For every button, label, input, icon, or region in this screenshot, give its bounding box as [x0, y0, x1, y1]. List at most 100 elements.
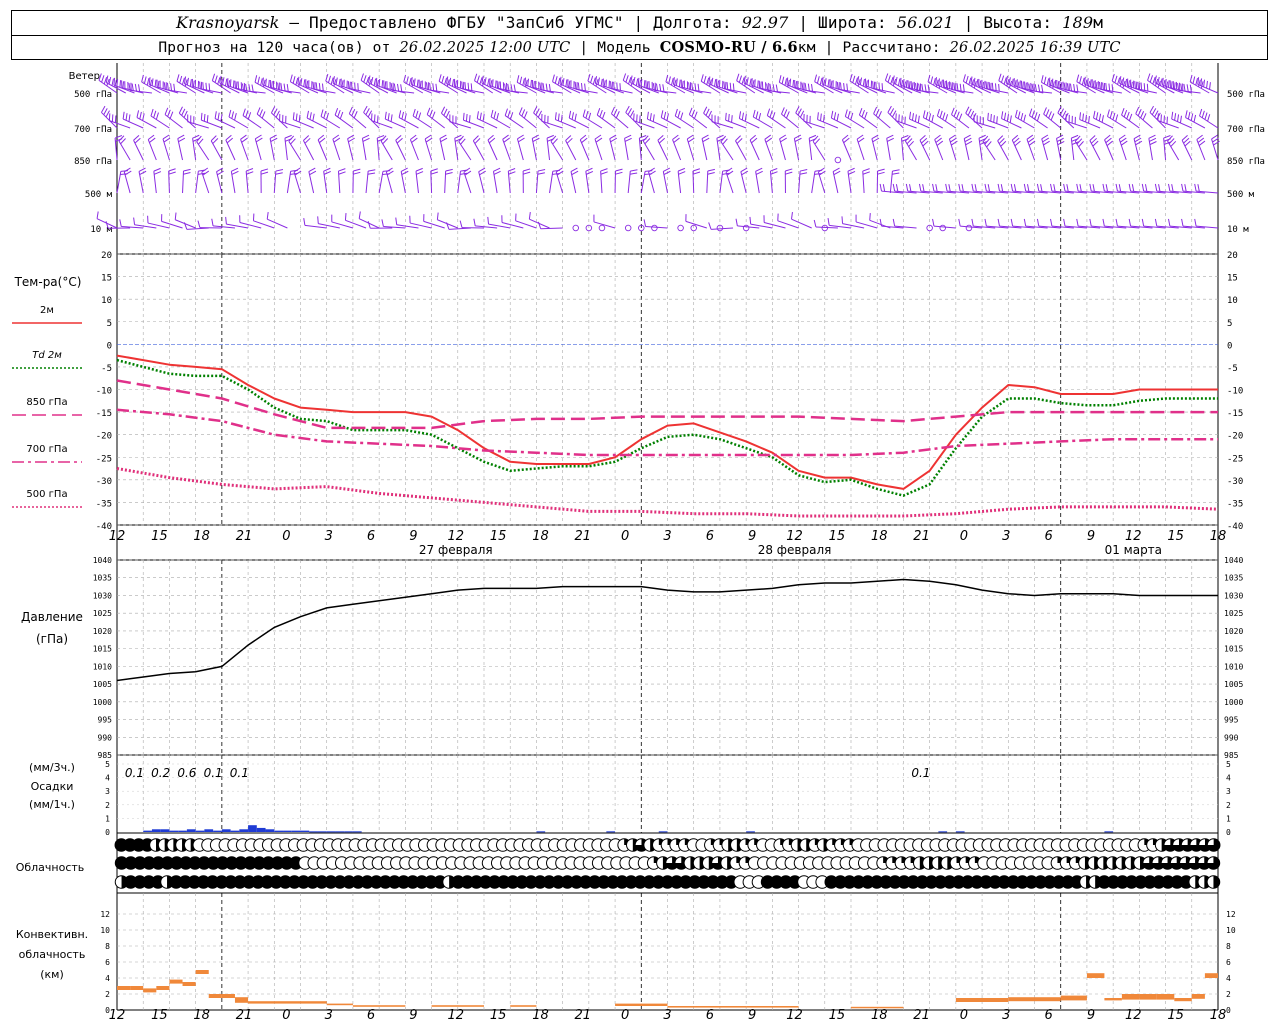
wind-barb-feather: [566, 137, 573, 144]
wind-barb-feather: [292, 112, 295, 120]
wind-barb-feather: [1157, 76, 1160, 85]
wind-barb-feather: [965, 106, 970, 114]
wind-barb-feather: [298, 114, 301, 123]
wind-barb-feather: [1194, 183, 1197, 192]
wind-barb: [380, 135, 393, 161]
wind-barb-shaft: [478, 171, 485, 194]
conv-cloud-bar: [955, 998, 1009, 1002]
wind-barb: [892, 218, 917, 229]
wind-barb: [317, 216, 340, 229]
wind-barb-feather: [1098, 113, 1102, 122]
wind-barb-feather: [918, 183, 922, 192]
wind-barb-feather: [367, 172, 376, 175]
wind-barb-shaft: [162, 138, 170, 161]
wind-barb-feather: [138, 84, 141, 92]
wind-barb-feather: [275, 169, 284, 172]
wind-barb-shaft: [487, 139, 498, 161]
wind-barb-shaft: [472, 140, 485, 161]
wind-barb-feather: [226, 137, 234, 144]
wind-barb-feather: [785, 111, 790, 119]
wind-barb-feather: [996, 116, 998, 124]
wind-barb: [118, 135, 131, 161]
wind-barb-feather: [1079, 112, 1082, 120]
wind-barb-feather: [998, 83, 1000, 92]
legend-label: 700 гПа: [26, 444, 67, 455]
wind-barb-feather: [765, 137, 773, 143]
wind-barb: [539, 82, 563, 94]
precip-tick-label: 1: [105, 814, 110, 823]
wind-barb-feather: [1092, 140, 1099, 147]
wind-barb: [446, 222, 471, 230]
wind-barb: [570, 167, 579, 194]
wind-barb-feather: [630, 75, 633, 83]
wind-barb-feather: [362, 134, 370, 139]
pressure-line: [116, 578, 1218, 682]
wind-barb-feather: [675, 78, 678, 86]
wind-barb-feather: [390, 114, 393, 122]
wind-barb-feather: [1171, 111, 1174, 120]
wind-barb: [643, 219, 668, 229]
wind-barb-feather: [367, 110, 373, 118]
wind-barb-shaft: [672, 139, 682, 161]
wind-barb: [240, 134, 249, 161]
hour-tick-label: 12: [1125, 529, 1142, 544]
wind-barb: [119, 219, 144, 229]
wind-barb: [919, 134, 931, 161]
wind-barb-feather: [1089, 183, 1092, 192]
wind-barb-feather: [1102, 82, 1104, 90]
wind-barb: [273, 169, 284, 194]
wind-barb-feather: [519, 76, 523, 84]
wind-barb-feather: [1196, 134, 1203, 140]
wind-barb-feather: [265, 78, 267, 87]
wind-barb-shaft: [749, 139, 760, 161]
wind-barb-shaft: [216, 171, 223, 194]
wind-barb-feather: [1105, 137, 1112, 144]
wind-barb-feather: [988, 82, 991, 90]
wind-barb-feather: [400, 84, 403, 92]
wind-barb-feather: [743, 75, 746, 84]
wind-barb-feather: [663, 170, 671, 175]
wind-barb-feather: [242, 108, 246, 116]
wind-barb-feather: [294, 170, 302, 176]
wind-barb-feather: [592, 77, 596, 85]
wind-barb: [886, 134, 895, 161]
wind-barb-feather: [412, 108, 416, 117]
wind-barb-feather: [807, 83, 810, 91]
wind-barb-feather: [1213, 140, 1220, 146]
wind-barb-feather: [1181, 218, 1184, 227]
wind-barb-feather: [714, 79, 717, 87]
wind-barb-feather: [522, 78, 525, 86]
legend-label: Td 2м: [32, 350, 62, 361]
wind-barb: [927, 74, 948, 94]
wind-barb-feather: [429, 82, 431, 91]
wind-barb: [487, 216, 511, 229]
wind-barb-feather: [521, 109, 526, 117]
wind-barb-feather: [315, 82, 318, 90]
wind-barb-feather: [357, 83, 359, 91]
precip-tick-label: 2: [105, 801, 110, 810]
wind-barb-feather: [1050, 218, 1053, 227]
precip-amount-label: 0.1: [204, 766, 223, 780]
wind-barb-shaft: [662, 171, 668, 194]
wind-barb: [289, 74, 310, 94]
wind-barb-feather: [1197, 137, 1205, 143]
wind-barb-shaft: [187, 121, 209, 129]
wind-barb-shaft: [596, 114, 616, 129]
wind-barb-feather: [931, 114, 934, 123]
wind-barb-feather: [769, 110, 773, 118]
wind-barb-feather: [487, 134, 494, 141]
wind-barb-feather: [770, 168, 778, 172]
temp-tick-label: 10: [101, 296, 112, 306]
wind-barb-shaft: [871, 138, 878, 161]
wind-barb-feather: [444, 77, 448, 85]
wind-barb-feather: [1128, 218, 1132, 227]
wind-barb-shaft: [1135, 113, 1153, 129]
wind-barb-feather: [443, 108, 448, 116]
wind-barb: [855, 214, 878, 229]
wind-barb-feather: [292, 76, 296, 84]
wind-barb: [415, 167, 424, 194]
wind-barb-feather: [222, 77, 225, 85]
wind-barb: [791, 211, 812, 229]
wind-barb-shaft: [764, 139, 773, 161]
wind-barb-shaft: [642, 140, 655, 161]
